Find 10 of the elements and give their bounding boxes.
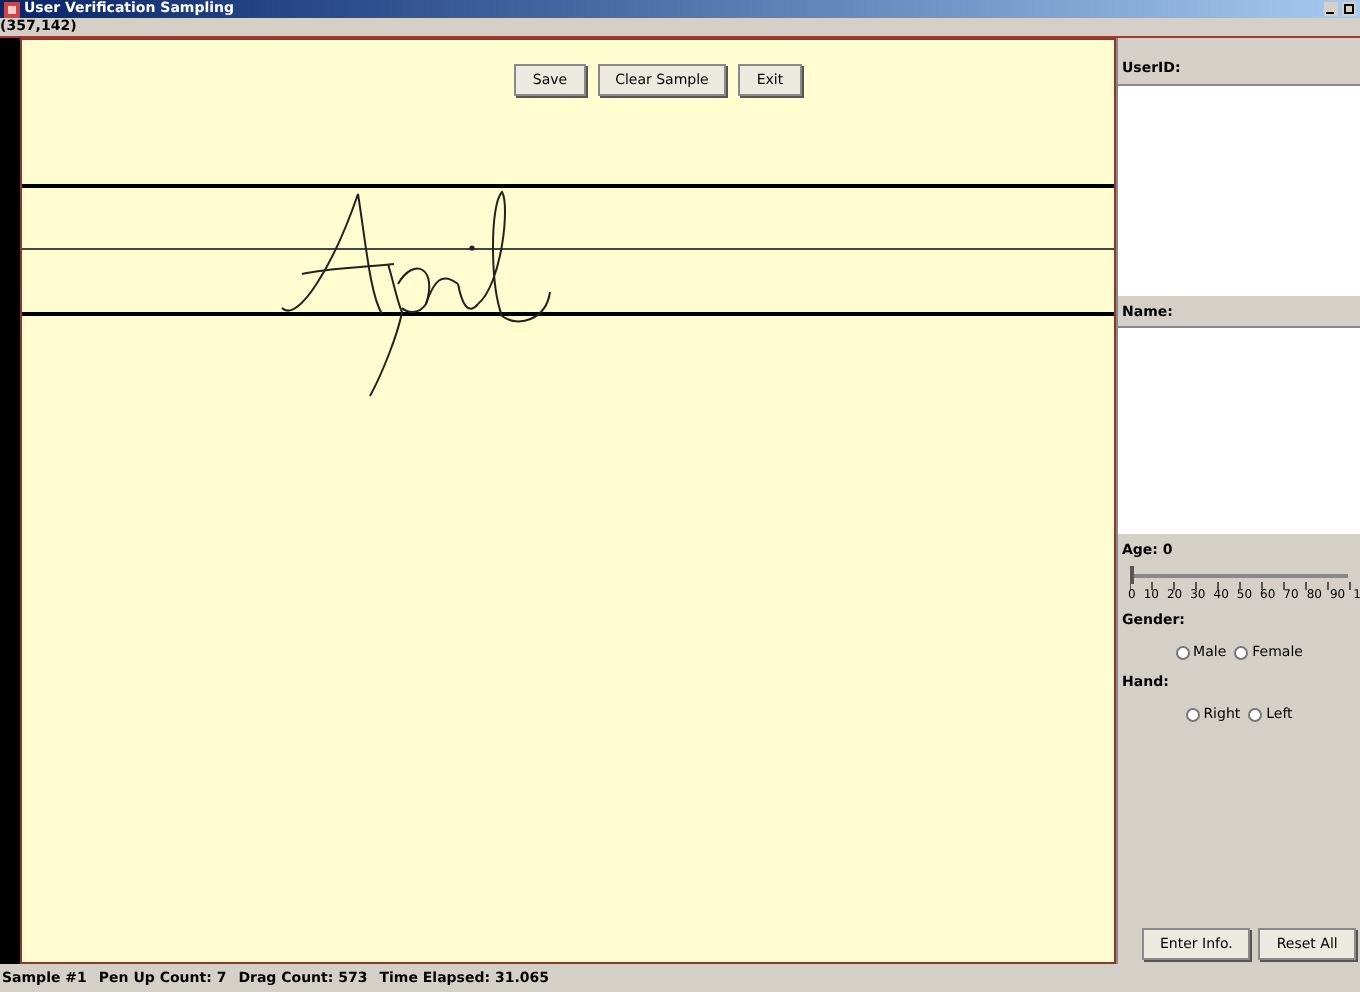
- maximize-icon[interactable]: [1342, 2, 1356, 16]
- radio-button[interactable]: [1185, 707, 1200, 722]
- name-field[interactable]: [1118, 326, 1360, 534]
- radio-button[interactable]: [1175, 645, 1190, 660]
- radio-button[interactable]: [1234, 645, 1249, 660]
- app-icon: [4, 1, 20, 17]
- user-id-field[interactable]: [1118, 83, 1360, 295]
- radio-button[interactable]: [1248, 707, 1263, 722]
- age-slider[interactable]: [1130, 565, 1348, 589]
- minimize-icon[interactable]: [1324, 2, 1338, 16]
